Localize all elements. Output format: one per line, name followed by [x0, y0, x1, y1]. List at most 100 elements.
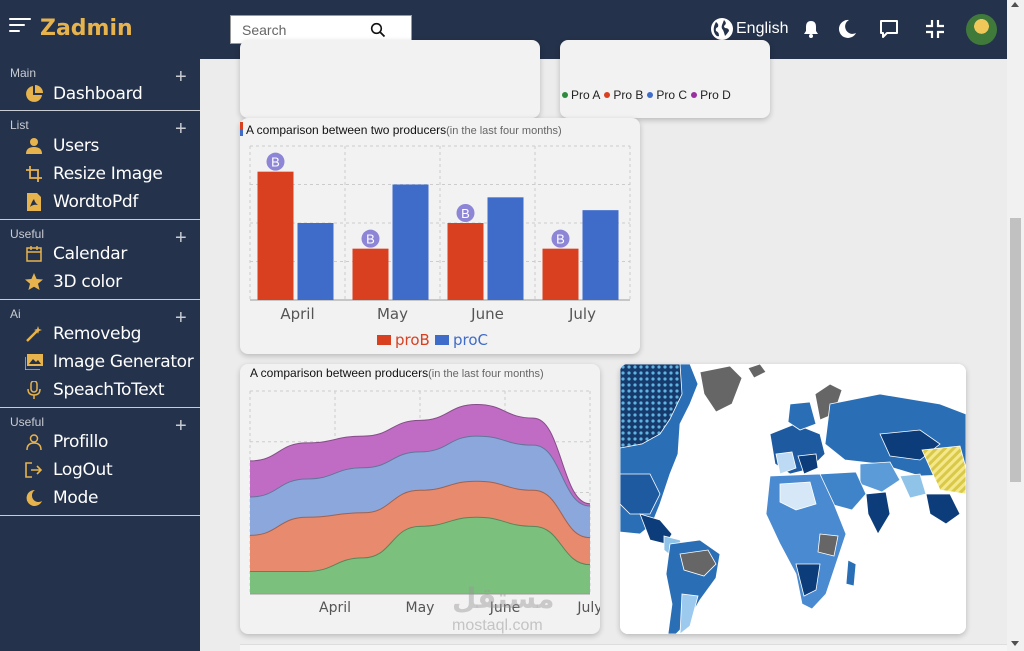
watermark-url: mostaql.com — [452, 617, 543, 634]
crop-icon — [24, 164, 44, 184]
bar-proB — [447, 223, 484, 300]
bar-proC — [487, 197, 524, 300]
search-icon[interactable] — [370, 22, 386, 38]
legend-label: proC — [453, 331, 488, 349]
legend-item-pro-a[interactable]: Pro A — [562, 88, 600, 102]
sidebar-item-label: Profillo — [53, 432, 109, 452]
add-icon[interactable]: + — [175, 228, 187, 248]
add-icon[interactable]: + — [175, 67, 187, 87]
sidebar-section-list: List + Users Resize Image WordtoPdf — [0, 111, 200, 220]
legend-item-pro-c[interactable]: Pro C — [647, 88, 687, 102]
x-tick-label: May — [406, 600, 435, 616]
sidebar-item-label: WordtoPdf — [53, 192, 139, 212]
microphone-icon — [24, 380, 44, 400]
image-icon — [24, 352, 44, 372]
sidebar-item-users[interactable]: Users — [24, 133, 99, 159]
language-selector[interactable]: English — [710, 17, 788, 41]
sidebar-item-logout[interactable]: LogOut — [24, 457, 113, 483]
x-tick-label: April — [319, 600, 351, 616]
x-tick-label: May — [377, 305, 408, 323]
section-title: Useful — [10, 415, 45, 429]
sidebar-item-label: 3D color — [53, 272, 122, 292]
sidebar-item-resize-image[interactable]: Resize Image — [24, 161, 163, 187]
world-map[interactable] — [620, 364, 966, 634]
x-tick-label: June — [470, 305, 504, 323]
sidebar-section-main: Main + Dashboard — [0, 59, 200, 111]
sidebar-item-label: Image Generator — [53, 352, 194, 372]
bar-proB — [542, 248, 579, 300]
section-title: List — [10, 118, 29, 132]
sidebar-item-label: LogOut — [53, 460, 113, 480]
star-icon — [24, 272, 44, 292]
watermark: مستقل — [452, 582, 555, 615]
calendar-icon — [24, 244, 44, 264]
world-map-card — [620, 364, 966, 634]
legend-item-pro-b[interactable]: Pro B — [604, 88, 643, 102]
partial-card-left — [240, 40, 540, 118]
avatar[interactable] — [966, 14, 997, 45]
add-icon[interactable]: + — [175, 308, 187, 328]
sidebar-item-dashboard[interactable]: Dashboard — [24, 81, 143, 107]
sidebar-item-label: SpeachToText — [53, 380, 165, 400]
section-title: Useful — [10, 227, 45, 241]
sidebar: Main + Dashboard List + Users Resize Ima… — [0, 59, 200, 651]
sidebar-item-label: Calendar — [53, 244, 128, 264]
sidebar-item-image-generator[interactable]: Image Generator — [24, 349, 194, 375]
scroll-up-arrow[interactable] — [1011, 2, 1019, 7]
menu-icon[interactable] — [9, 18, 31, 34]
partial-card-legend — [560, 40, 770, 118]
sidebar-item-label: Resize Image — [53, 164, 163, 184]
sidebar-item-label: Users — [53, 136, 100, 156]
moon-icon — [24, 488, 44, 508]
scrollbar-thumb[interactable] — [1010, 218, 1021, 482]
bar-proB — [257, 171, 294, 300]
search-input[interactable] — [231, 16, 371, 43]
sidebar-item-label: Dashboard — [53, 84, 143, 104]
language-label: English — [736, 20, 789, 37]
legend-swatch — [435, 335, 449, 345]
bar-proC — [297, 223, 334, 300]
bar-chart-card: A comparison between two producers(in th… — [240, 118, 640, 354]
bar-badge-label: B — [271, 155, 280, 170]
sidebar-item-removebg[interactable]: Removebg — [24, 321, 141, 347]
partial-card-bottom — [240, 644, 1007, 651]
moon-icon[interactable] — [836, 18, 858, 40]
legend-item-pro-d[interactable]: Pro D — [691, 88, 731, 102]
bar-proC — [392, 184, 429, 300]
collapse-icon[interactable] — [924, 18, 946, 40]
pdf-icon — [24, 192, 44, 212]
sidebar-item-label: Mode — [53, 488, 99, 508]
legend-label: proB — [395, 331, 430, 349]
bar-proB — [352, 248, 389, 300]
x-tick-label: July — [576, 600, 600, 616]
sidebar-item-mode[interactable]: Mode — [24, 485, 98, 511]
sidebar-item-3d-color[interactable]: 3D color — [24, 269, 122, 295]
sidebar-item-speachtotext[interactable]: SpeachToText — [24, 377, 165, 403]
sidebar-item-profillo[interactable]: Profillo — [24, 429, 108, 455]
globe-icon — [711, 18, 733, 40]
add-icon[interactable]: + — [175, 119, 187, 139]
bar-proC — [582, 210, 619, 300]
scroll-down-arrow[interactable] — [1011, 641, 1019, 646]
top-chart-legend: Pro A Pro B Pro C Pro D — [562, 88, 735, 102]
user-icon — [24, 136, 44, 156]
pie-chart-icon — [24, 84, 44, 104]
bar-badge-label: B — [366, 232, 375, 247]
sidebar-item-calendar[interactable]: Calendar — [24, 241, 127, 267]
sidebar-section-ai: Ai + Removebg Image Generator SpeachToTe… — [0, 300, 200, 408]
section-title: Ai — [10, 307, 21, 321]
x-tick-label: July — [568, 305, 596, 323]
x-tick-label: April — [280, 305, 314, 323]
logout-icon — [24, 460, 44, 480]
bell-icon[interactable] — [800, 18, 822, 40]
chat-icon[interactable] — [878, 18, 900, 40]
magic-wand-icon — [24, 324, 44, 344]
sidebar-section-useful: Useful + Calendar 3D color — [0, 220, 200, 300]
bar-badge-label: B — [556, 232, 565, 247]
bar-chart: B April B May B June B July proB proC — [249, 145, 631, 349]
section-title: Main — [10, 66, 37, 80]
bar-badge-label: B — [461, 206, 470, 221]
sidebar-item-wordtopdf[interactable]: WordtoPdf — [24, 189, 138, 215]
person-icon — [24, 432, 44, 452]
add-icon[interactable]: + — [175, 416, 187, 436]
